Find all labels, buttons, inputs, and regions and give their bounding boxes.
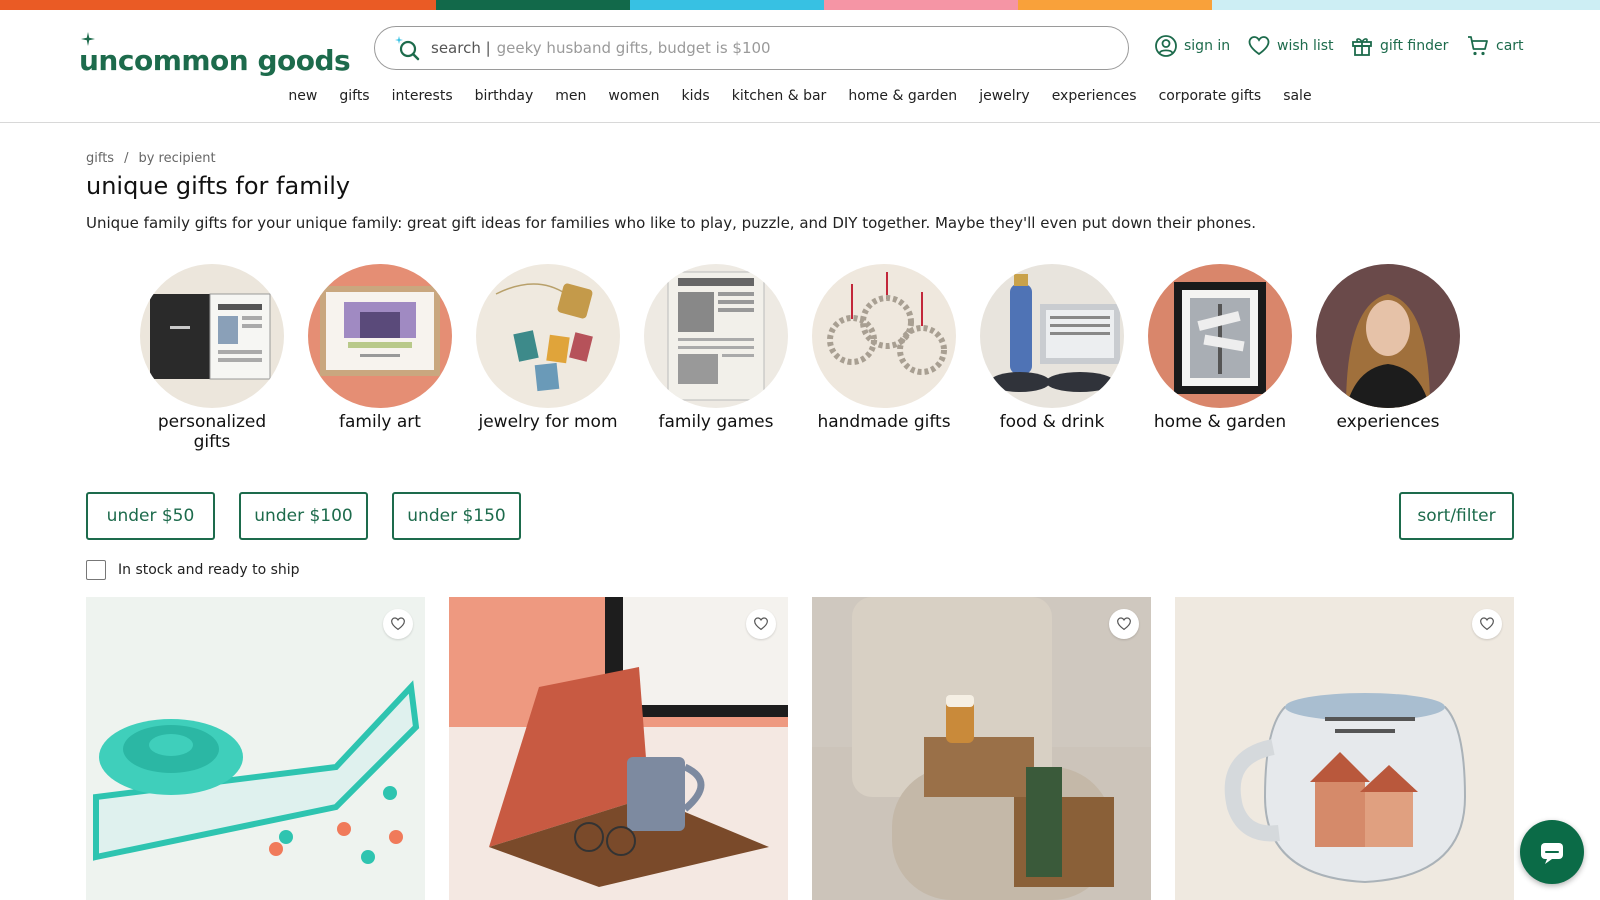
gift-finder-label: gift finder <box>1380 38 1449 54</box>
page-title: unique gifts for family <box>86 172 351 200</box>
house-mug-image <box>1175 597 1514 900</box>
under-100-button[interactable]: under $100 <box>239 492 368 540</box>
category-label: experiences <box>1336 412 1440 432</box>
oil-tin-image <box>980 264 1124 408</box>
main-nav: new gifts interests birthday men women k… <box>0 88 1600 104</box>
product-card[interactable] <box>1175 597 1514 900</box>
cart-icon <box>1468 36 1488 56</box>
breadcrumb-item-by-recipient[interactable]: by recipient <box>138 151 215 166</box>
nav-item-jewelry[interactable]: jewelry <box>968 88 1041 104</box>
nav-item-men[interactable]: men <box>544 88 597 104</box>
stripe-segment <box>630 0 824 10</box>
category-label: family art <box>339 412 421 432</box>
ornaments-image <box>812 264 956 408</box>
sign-in-label: sign in <box>1184 38 1231 54</box>
category-food-drink[interactable]: food & drink <box>980 264 1124 452</box>
wish-list-label: wish list <box>1277 38 1334 54</box>
category-label: food & drink <box>999 412 1105 432</box>
in-stock-filter[interactable]: In stock and ready to ship <box>86 560 300 580</box>
brand-color-stripe <box>0 0 1600 10</box>
category-family-games[interactable]: family games <box>644 264 788 452</box>
category-home-garden[interactable]: home & garden <box>1148 264 1292 452</box>
nav-item-corporate-gifts[interactable]: corporate gifts <box>1148 88 1273 104</box>
search-label: search | <box>431 39 491 57</box>
sparkle-icon <box>81 32 95 46</box>
nav-item-kids[interactable]: kids <box>671 88 721 104</box>
search-input[interactable] <box>496 39 1057 57</box>
stripe-segment <box>436 0 630 10</box>
category-family-art[interactable]: family art <box>308 264 452 452</box>
breadcrumb: gifts / by recipient <box>86 151 216 166</box>
newspaper-book-image <box>140 264 284 408</box>
under-150-button[interactable]: under $150 <box>392 492 521 540</box>
chat-bubble-icon <box>1541 843 1563 864</box>
in-stock-label: In stock and ready to ship <box>118 562 300 578</box>
stripe-segment <box>0 0 436 10</box>
nav-item-home-garden[interactable]: home & garden <box>837 88 968 104</box>
site-header: uncommon goods search | sign in wish lis… <box>0 10 1600 123</box>
stripe-segment <box>824 0 1018 10</box>
category-handmade-gifts[interactable]: handmade gifts <box>812 264 956 452</box>
logo-text: uncommon goods <box>79 44 351 77</box>
category-carousel: personalized gifts family art jewelry fo… <box>140 264 1460 452</box>
product-card[interactable] <box>86 597 425 900</box>
heart-icon <box>1248 36 1270 56</box>
category-label: personalized gifts <box>157 412 267 452</box>
newspaper-puzzle-image <box>644 264 788 408</box>
wish-list-link[interactable]: wish list <box>1247 34 1334 58</box>
nav-item-kitchen-bar[interactable]: kitchen & bar <box>721 88 838 104</box>
nav-item-women[interactable]: women <box>597 88 670 104</box>
gift-icon <box>1352 38 1372 56</box>
nav-item-birthday[interactable]: birthday <box>464 88 545 104</box>
cart-link[interactable]: cart <box>1466 34 1524 58</box>
heart-icon <box>1117 617 1131 631</box>
stripe-segment <box>1212 0 1600 10</box>
street-sign-print-image <box>1148 264 1292 408</box>
book-stand-tray-image <box>449 597 788 900</box>
heart-icon <box>754 617 768 631</box>
host-portrait-image <box>1316 264 1460 408</box>
nav-item-new[interactable]: new <box>277 88 328 104</box>
nav-item-interests[interactable]: interests <box>381 88 464 104</box>
under-50-button[interactable]: under $50 <box>86 492 215 540</box>
heart-icon <box>1480 617 1494 631</box>
breadcrumb-separator: / <box>124 151 129 166</box>
product-grid <box>86 597 1514 900</box>
sofa-arm-caddy-image <box>812 597 1151 900</box>
category-jewelry-for-mom[interactable]: jewelry for mom <box>476 264 620 452</box>
product-card[interactable] <box>812 597 1151 900</box>
flyball-game-image <box>86 597 425 900</box>
chat-button[interactable] <box>1520 820 1584 884</box>
user-icon <box>1155 35 1177 57</box>
framed-art-image <box>308 264 452 408</box>
necklace-image <box>476 264 620 408</box>
stripe-segment <box>1018 0 1212 10</box>
category-experiences[interactable]: experiences <box>1316 264 1460 452</box>
nav-item-experiences[interactable]: experiences <box>1041 88 1148 104</box>
nav-item-gifts[interactable]: gifts <box>328 88 380 104</box>
search-icon <box>395 36 420 61</box>
add-to-wishlist-button[interactable] <box>1109 609 1139 639</box>
add-to-wishlist-button[interactable] <box>746 609 776 639</box>
sort-filter-button[interactable]: sort/filter <box>1399 492 1514 540</box>
heart-icon <box>391 617 405 631</box>
category-label: family games <box>658 412 774 432</box>
gift-finder-link[interactable]: gift finder <box>1350 34 1448 58</box>
in-stock-checkbox[interactable] <box>86 560 106 580</box>
category-label: home & garden <box>1153 412 1287 432</box>
site-logo[interactable]: uncommon goods <box>79 32 351 77</box>
page-intro: Unique family gifts for your unique fami… <box>86 214 1256 232</box>
product-card[interactable] <box>449 597 788 900</box>
search-bar[interactable]: search | <box>374 26 1129 70</box>
category-personalized-gifts[interactable]: personalized gifts <box>140 264 284 452</box>
cart-label: cart <box>1496 38 1524 54</box>
breadcrumb-item-gifts[interactable]: gifts <box>86 151 114 166</box>
category-label: jewelry for mom <box>478 412 618 432</box>
sign-in-link[interactable]: sign in <box>1154 34 1230 58</box>
nav-item-sale[interactable]: sale <box>1272 88 1322 104</box>
add-to-wishlist-button[interactable] <box>1472 609 1502 639</box>
category-label: handmade gifts <box>817 412 951 432</box>
add-to-wishlist-button[interactable] <box>383 609 413 639</box>
